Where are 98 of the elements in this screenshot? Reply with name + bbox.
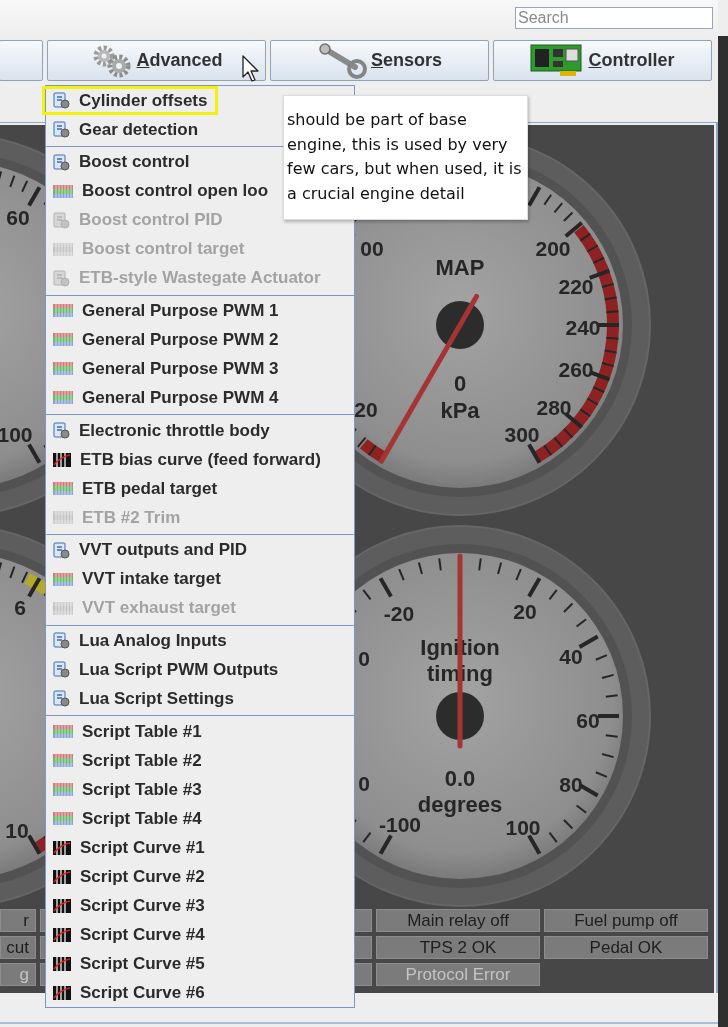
menu-item[interactable]: Boost control open loo xyxy=(42,176,280,206)
dialog-icon xyxy=(53,422,70,439)
menu-item[interactable]: Script Table #1 xyxy=(42,717,213,747)
gauge-scale-label: 260 xyxy=(558,357,594,381)
dialog-icon xyxy=(53,541,70,559)
curve-icon xyxy=(53,840,71,855)
toolbar-button[interactable] xyxy=(0,40,43,81)
toolbar-button[interactable]: Advanced xyxy=(47,40,266,81)
toolbar-button[interactable]: Controller xyxy=(493,40,712,81)
menu-item[interactable]: ETB pedal target xyxy=(42,474,229,503)
menu-item[interactable]: Script Table #3 xyxy=(42,775,213,805)
gauge-scale-label: 6 xyxy=(14,595,26,619)
menu-item[interactable]: Lua Script PWM Outputs xyxy=(42,655,290,685)
search-field[interactable]: Search xyxy=(515,7,713,29)
curve-icon xyxy=(53,452,71,467)
table-icon xyxy=(53,601,73,615)
curve-icon xyxy=(53,956,71,971)
tooltip: should be part of base engine, this is used by very few cars, but when used, it is a crucial engine detail xyxy=(283,95,528,220)
gauge-scale-label: 60 xyxy=(576,708,600,732)
gauge-scale-label: 200 xyxy=(535,236,571,260)
gauge-title: MAP xyxy=(435,254,485,280)
gauge-scale-label: -20 xyxy=(383,601,415,625)
menu-item[interactable]: Lua Analog Inputs xyxy=(42,626,238,656)
menu-item[interactable]: Script Curve #2 xyxy=(42,862,216,892)
table-icon xyxy=(53,362,73,376)
gauge-value: 0.0 xyxy=(444,765,476,791)
gauge-scale-label: 300 xyxy=(504,422,540,446)
dialog-icon xyxy=(53,269,70,287)
menu-item[interactable]: Script Curve #1 xyxy=(42,833,216,863)
menu-item[interactable]: ETB bias curve (feed forward) xyxy=(42,445,332,474)
menu-item[interactable]: General Purpose PWM 4 xyxy=(42,383,290,413)
status-indicator: Fuel pump off xyxy=(544,909,708,932)
status-indicator: Main relay off xyxy=(376,909,540,932)
connecting-rod-icon xyxy=(316,42,367,79)
menu-item[interactable]: VVT outputs and PID xyxy=(42,535,259,565)
gauge-units: kPa xyxy=(440,397,480,423)
table-icon xyxy=(53,391,73,405)
table-icon xyxy=(53,184,73,198)
table-icon xyxy=(53,333,73,347)
gauge-scale-label: 60 xyxy=(6,205,30,229)
status-indicator: Protocol Error xyxy=(376,963,540,986)
dialog-icon xyxy=(53,632,70,650)
menu-item[interactable]: Electronic throttle body xyxy=(42,416,281,445)
menu-item[interactable]: Gear detection xyxy=(42,115,210,144)
menu-item[interactable]: General Purpose PWM 1 xyxy=(42,296,290,326)
curve-icon xyxy=(53,898,71,913)
gauge-scale-label: 100 xyxy=(505,815,541,839)
dialog-icon xyxy=(53,92,70,109)
gauge-scale-label: 10 xyxy=(5,818,29,842)
gauge-value: 0 xyxy=(453,370,467,396)
menu-item[interactable]: Script Curve #3 xyxy=(42,891,216,921)
menu-item[interactable]: Cylinder offsets xyxy=(42,86,219,115)
toolbar-button[interactable]: Sensors xyxy=(270,40,489,81)
status-indicator: cut xyxy=(0,936,36,959)
status-indicator: TPS 2 OK xyxy=(376,936,540,959)
curve-icon xyxy=(53,985,71,1000)
curve-icon xyxy=(53,927,71,942)
gauge-scale-label: 20 xyxy=(513,599,537,623)
gauge-scale-label: 0 xyxy=(358,771,370,795)
table-icon xyxy=(53,304,73,318)
status-indicator: Pedal OK xyxy=(544,936,708,959)
gauge-scale-label: 80 xyxy=(559,772,583,796)
menu-item[interactable]: Script Curve #5 xyxy=(42,949,216,979)
menu-item[interactable]: VVT intake target xyxy=(42,564,232,594)
table-icon xyxy=(53,511,73,524)
status-indicator: r xyxy=(0,909,36,932)
menu-item[interactable]: Boost control xyxy=(42,147,201,177)
table-icon xyxy=(53,812,73,826)
table-icon xyxy=(53,725,73,739)
menu-item[interactable]: Script Table #4 xyxy=(42,804,213,834)
gauge-scale-label: 40 xyxy=(559,644,583,668)
gauge-scale-label: 20 xyxy=(354,397,378,421)
circuit-board-icon xyxy=(530,43,585,78)
gauge-scale-label: 280 xyxy=(536,395,572,419)
menu-item[interactable]: General Purpose PWM 2 xyxy=(42,325,290,355)
menu-item[interactable]: Script Curve #6 xyxy=(42,978,216,1008)
gauge-scale-label: 00 xyxy=(360,236,384,260)
table-icon xyxy=(53,754,73,768)
dialog-icon xyxy=(53,121,70,138)
table-icon xyxy=(53,572,73,586)
table-icon xyxy=(53,242,73,256)
menu-item[interactable]: Script Curve #4 xyxy=(42,920,216,950)
table-icon xyxy=(53,482,73,495)
dialog-icon xyxy=(53,153,70,171)
gauge-scale-label: 240 xyxy=(565,315,601,339)
dialog-icon xyxy=(53,661,70,679)
dialog-icon xyxy=(53,211,70,229)
menu-item[interactable]: Lua Script Settings xyxy=(42,684,245,714)
menu-item[interactable]: General Purpose PWM 3 xyxy=(42,354,290,384)
curve-icon xyxy=(53,869,71,884)
table-icon xyxy=(53,783,73,797)
needle-hub xyxy=(436,301,484,349)
gauge-scale-label: 220 xyxy=(558,274,594,298)
gauge-scale-label: 0 xyxy=(358,646,370,670)
needle-hub xyxy=(436,692,484,740)
dialog-icon xyxy=(53,690,70,708)
status-indicator: g xyxy=(0,963,36,986)
menu-item[interactable]: Script Table #2 xyxy=(42,746,213,776)
